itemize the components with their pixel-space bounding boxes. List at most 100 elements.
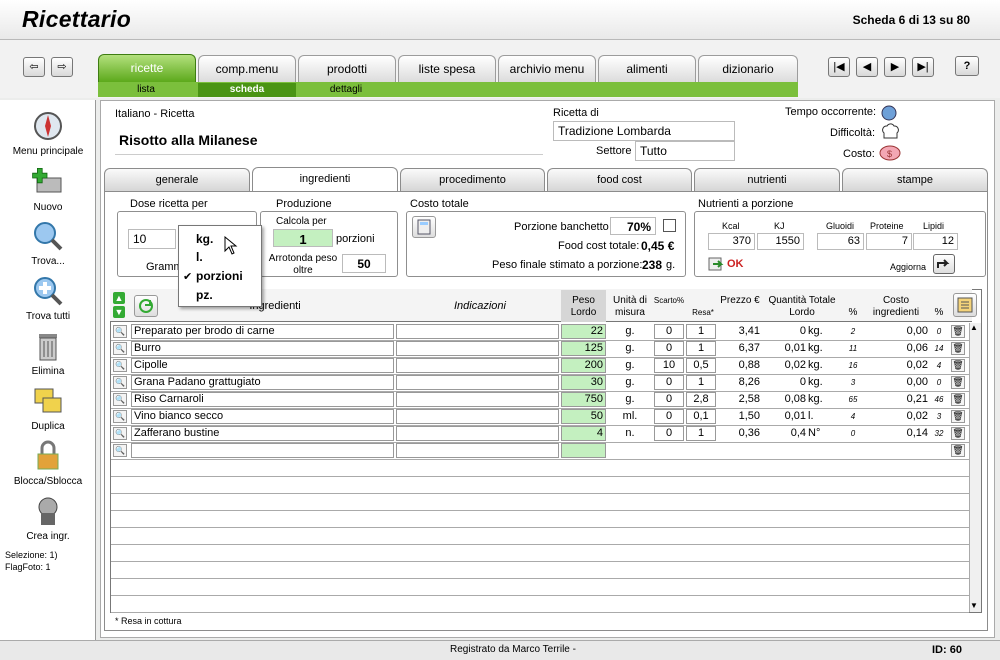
cell-resa[interactable]: 0,1: [686, 409, 716, 424]
cell-peso[interactable]: 125: [561, 341, 606, 356]
tab-dizionario[interactable]: dizionario: [698, 55, 798, 82]
sidebar-item-trova[interactable]: Trova...: [0, 220, 96, 267]
row-delete-icon[interactable]: 🗑: [951, 393, 965, 406]
dropdown-option-kg[interactable]: kg.: [179, 230, 261, 249]
tab-alimenti[interactable]: alimenti: [598, 55, 696, 82]
dropdown-option-l[interactable]: l.: [179, 248, 261, 267]
cell-scarto[interactable]: 0: [654, 341, 684, 356]
row-delete-icon[interactable]: 🗑: [951, 410, 965, 423]
sidebar-item-elimina[interactable]: Elimina: [0, 330, 96, 377]
back-arrow-icon[interactable]: ⇦: [23, 57, 45, 77]
sidebar-item-blocca[interactable]: Blocca/Sblocca: [0, 440, 96, 487]
cell-resa[interactable]: 1: [686, 426, 716, 441]
move-up-icon[interactable]: ▲: [113, 292, 125, 304]
cell-name[interactable]: Burro: [131, 341, 394, 356]
tab-liste-spesa[interactable]: liste spesa: [398, 55, 496, 82]
row-search-icon[interactable]: 🔍: [113, 427, 127, 440]
scroll-down-icon[interactable]: ▼: [970, 601, 978, 610]
cell-indicazioni[interactable]: [396, 426, 559, 441]
calculator-icon[interactable]: [412, 216, 436, 238]
help-button[interactable]: ?: [955, 56, 979, 76]
row-search-icon[interactable]: 🔍: [113, 410, 127, 423]
tab-ricette[interactable]: ricette: [98, 54, 196, 82]
cell-indicazioni[interactable]: [396, 375, 559, 390]
cell-name[interactable]: Cipolle: [131, 358, 394, 373]
cell-new-peso[interactable]: [561, 443, 606, 458]
banchetto-checkbox[interactable]: [663, 219, 676, 232]
cell-new-ingrediente[interactable]: [131, 443, 394, 458]
header-resa[interactable]: Resa*: [688, 307, 718, 319]
cell-peso[interactable]: 4: [561, 426, 606, 441]
cell-scarto[interactable]: 0: [654, 324, 684, 339]
row-delete-icon[interactable]: 🗑: [951, 444, 965, 457]
row-delete-icon[interactable]: 🗑: [951, 376, 965, 389]
piggy-bank-icon[interactable]: $: [878, 144, 904, 165]
tab-generale[interactable]: generale: [104, 168, 250, 191]
prev-record-icon[interactable]: ◀: [856, 57, 878, 77]
header-prezzo[interactable]: Prezzo €: [720, 295, 760, 307]
next-record-icon[interactable]: ▶: [884, 57, 906, 77]
arrotonda-field[interactable]: 50: [342, 254, 386, 273]
settore-field[interactable]: Tutto: [635, 141, 735, 161]
tab-nutrienti[interactable]: nutrienti: [694, 168, 840, 191]
sidebar-item-trova-tutti[interactable]: Trova tutti: [0, 275, 96, 322]
cell-indicazioni[interactable]: [396, 341, 559, 356]
last-record-icon[interactable]: ▶|: [912, 57, 934, 77]
move-down-icon[interactable]: ▼: [113, 306, 125, 318]
banchetto-field[interactable]: 70%: [610, 217, 656, 235]
cell-name[interactable]: Grana Padano grattugiato: [131, 375, 394, 390]
row-search-icon[interactable]: 🔍: [113, 325, 127, 338]
cell-resa[interactable]: 1: [686, 375, 716, 390]
first-record-icon[interactable]: |◀: [828, 57, 850, 77]
row-search-icon[interactable]: 🔍: [113, 444, 127, 457]
subtab-dettagli[interactable]: dettagli: [305, 83, 387, 97]
row-search-icon[interactable]: 🔍: [113, 376, 127, 389]
cell-peso[interactable]: 200: [561, 358, 606, 373]
cell-name[interactable]: Riso Carnaroli: [131, 392, 394, 407]
cell-name[interactable]: Zafferano bustine: [131, 426, 394, 441]
row-search-icon[interactable]: 🔍: [113, 359, 127, 372]
tab-food-cost[interactable]: food cost: [547, 168, 692, 191]
ricetta-di-field[interactable]: Tradizione Lombarda: [553, 121, 735, 141]
scroll-up-icon[interactable]: ▲: [970, 323, 978, 332]
cell-scarto[interactable]: 0: [654, 375, 684, 390]
row-delete-icon[interactable]: 🗑: [951, 359, 965, 372]
chef-hat-icon[interactable]: [880, 123, 900, 144]
cell-resa[interactable]: 1: [686, 341, 716, 356]
header-scarto[interactable]: Scarto%: [652, 295, 686, 307]
cell-peso[interactable]: 22: [561, 324, 606, 339]
row-delete-icon[interactable]: 🗑: [951, 325, 965, 338]
cell-resa[interactable]: 1: [686, 324, 716, 339]
list-icon[interactable]: [953, 293, 977, 317]
header-peso-lordo[interactable]: Peso Lordo: [561, 290, 606, 322]
cell-new-indicazioni[interactable]: [396, 443, 559, 458]
cell-resa[interactable]: 0,5: [686, 358, 716, 373]
cell-scarto[interactable]: 0: [654, 409, 684, 424]
sidebar-item-menu-principale[interactable]: Menu principale: [0, 110, 96, 157]
cell-name[interactable]: Vino bianco secco: [131, 409, 394, 424]
header-quantita[interactable]: Quantità Totale Lordo: [762, 295, 842, 319]
subtab-lista[interactable]: lista: [110, 83, 182, 97]
dropdown-option-pz[interactable]: pz.: [179, 286, 261, 305]
dose-value-field[interactable]: 10: [128, 229, 176, 249]
row-search-icon[interactable]: 🔍: [113, 342, 127, 355]
tab-ingredienti[interactable]: ingredienti: [252, 167, 398, 192]
grid-scrollbar[interactable]: [969, 323, 981, 612]
subtab-scheda[interactable]: scheda: [198, 83, 296, 97]
cell-name[interactable]: Preparato per brodo di carne: [131, 324, 394, 339]
tab-stampe[interactable]: stampe: [842, 168, 988, 191]
cell-indicazioni[interactable]: [396, 392, 559, 407]
row-search-icon[interactable]: 🔍: [113, 393, 127, 406]
cell-peso[interactable]: 50: [561, 409, 606, 424]
refresh-icon[interactable]: [134, 295, 158, 317]
clock-icon[interactable]: [880, 104, 898, 125]
calcola-field[interactable]: 1: [273, 229, 333, 247]
sidebar-item-nuovo[interactable]: Nuovo: [0, 166, 96, 213]
cell-peso[interactable]: 750: [561, 392, 606, 407]
cell-scarto[interactable]: 10: [654, 358, 684, 373]
tab-comp-menu[interactable]: comp.menu: [198, 55, 296, 82]
aggiorna-button[interactable]: [933, 254, 955, 274]
sidebar-item-crea-ingr[interactable]: Crea ingr.: [0, 495, 96, 542]
header-unita[interactable]: Unità di misura: [608, 295, 652, 319]
header-costo[interactable]: Costo ingredienti: [864, 295, 928, 319]
